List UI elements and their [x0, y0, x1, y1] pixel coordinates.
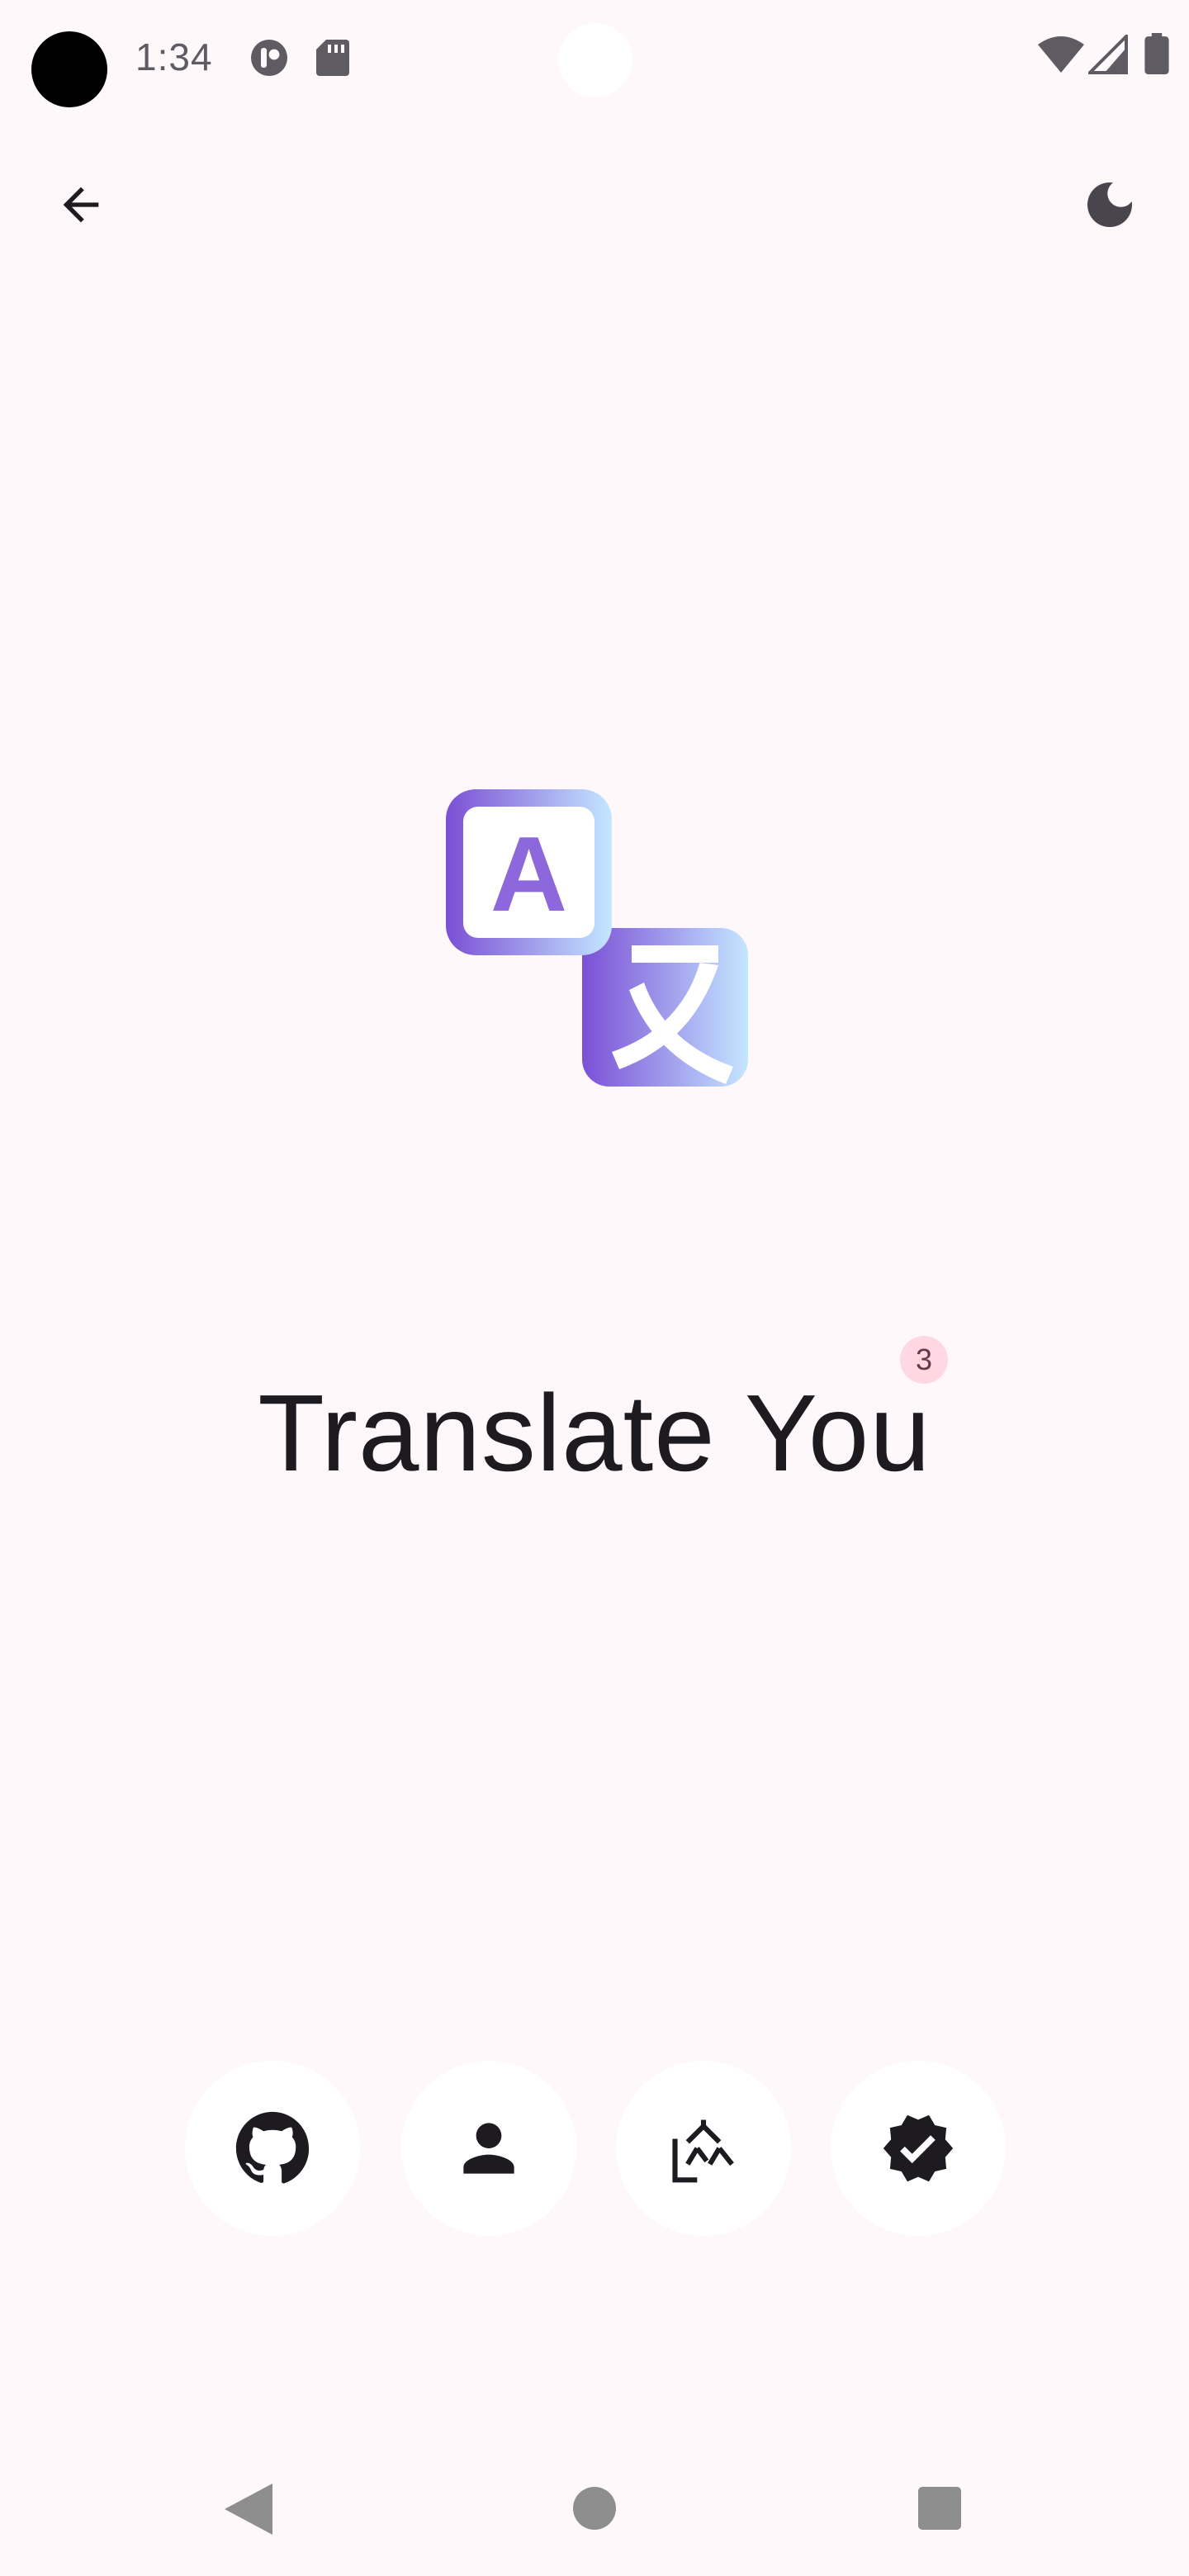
title-container: Translate You	[0, 1371, 1189, 1495]
signal-icon	[1088, 35, 1128, 74]
app-notification-icon	[251, 40, 287, 76]
version-badge: 3	[900, 1336, 948, 1384]
translate-icon	[672, 2119, 734, 2183]
nav-recents-button[interactable]	[918, 2487, 961, 2530]
camera-cutout	[31, 31, 107, 107]
sd-card-icon	[316, 40, 349, 76]
status-bar: 1:34	[0, 0, 1189, 124]
status-time: 1:34	[135, 36, 213, 78]
theme-toggle-button[interactable]	[1068, 163, 1151, 246]
nav-back-button[interactable]	[225, 2484, 272, 2535]
github-icon	[235, 2111, 310, 2184]
verified-button[interactable]	[831, 2061, 1006, 2236]
battery-icon	[1144, 33, 1169, 74]
person-icon	[463, 2123, 514, 2174]
arrow-back-icon	[63, 187, 99, 223]
app-title: Translate You	[258, 1372, 931, 1494]
app-screen: 1:34 A Translate You 3	[0, 0, 1189, 2576]
translate-button[interactable]	[616, 2061, 791, 2236]
front-camera-notch	[558, 23, 632, 97]
logo-letter: A	[490, 815, 567, 934]
back-button[interactable]	[40, 163, 122, 246]
github-button[interactable]	[185, 2061, 360, 2236]
system-navigation-bar	[0, 2444, 1189, 2576]
wifi-icon	[1038, 36, 1084, 73]
nav-home-button[interactable]	[573, 2487, 616, 2530]
action-row	[0, 2061, 1189, 2236]
translate-logo-icon: A	[446, 789, 748, 1087]
verified-badge-icon	[883, 2114, 954, 2182]
dark-mode-moon-icon	[1087, 182, 1132, 227]
profile-button[interactable]	[401, 2061, 576, 2236]
